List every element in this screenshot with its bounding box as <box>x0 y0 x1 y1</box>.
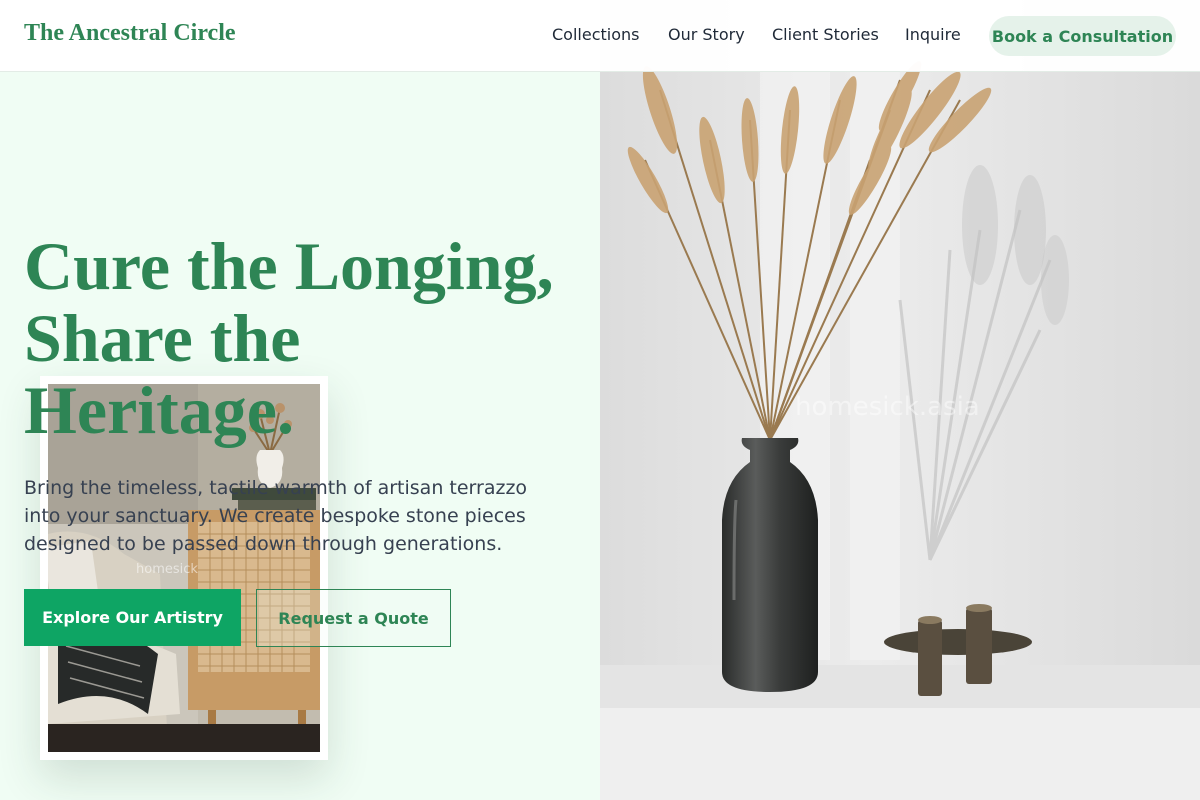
hero-title-line-3: Heritage. <box>24 372 294 448</box>
interior-photo-watermark: homesick <box>136 562 198 577</box>
brand-logo[interactable]: The Ancestral Circle <box>24 20 236 47</box>
hero-title: Cure the Longing, Share the Heritage. <box>24 230 584 446</box>
nav-inquire[interactable]: Inquire <box>905 25 961 44</box>
hero-description: Bring the timeless, tactile warmth of ar… <box>24 477 528 555</box>
nav-our-story[interactable]: Our Story <box>668 25 745 44</box>
vase-photo-watermark: homesick.asia <box>795 392 980 422</box>
explore-artistry-button[interactable]: Explore Our Artistry <box>24 589 241 646</box>
site-header: The Ancestral Circle Collections Our Sto… <box>0 0 1200 72</box>
book-consultation-button[interactable]: Book a Consultation <box>989 16 1176 56</box>
hero-image-panel: homesick.asia <box>600 0 1200 800</box>
nav-client-stories[interactable]: Client Stories <box>772 25 879 44</box>
hero-title-line-2: Share the <box>24 300 301 376</box>
request-quote-button[interactable]: Request a Quote <box>256 589 451 647</box>
hero-title-line-1: Cure the Longing, <box>24 228 554 304</box>
nav-collections[interactable]: Collections <box>552 25 639 44</box>
